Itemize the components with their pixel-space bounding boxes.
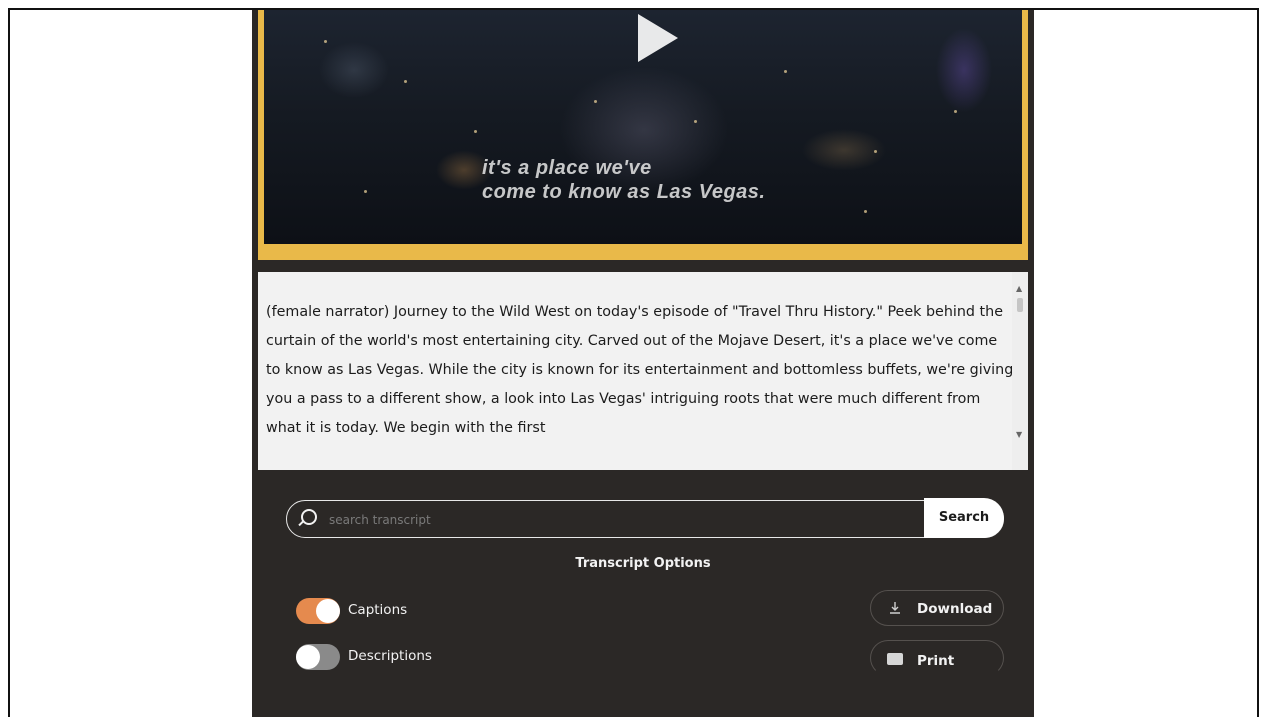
download-button[interactable]: Download — [870, 590, 1004, 626]
scroll-thumb[interactable] — [1017, 298, 1023, 312]
search-button[interactable]: Search — [924, 498, 1004, 538]
video-player: it's a place we've come to know as Las V… — [252, 10, 1034, 717]
search-input[interactable] — [327, 508, 911, 532]
frame-border-right — [1257, 8, 1259, 717]
caption-line-1: it's a place we've — [482, 157, 652, 179]
descriptions-toggle[interactable] — [296, 644, 340, 670]
download-label: Download — [917, 601, 993, 617]
play-icon[interactable] — [638, 14, 678, 62]
toggle-knob — [316, 599, 340, 623]
transcript-text: (female narrator) Journey to the Wild We… — [266, 304, 1014, 436]
caption-line-2: come to know as Las Vegas. — [482, 181, 766, 203]
video-caption: it's a place we've come to know as Las V… — [482, 156, 765, 204]
video-area[interactable]: it's a place we've come to know as Las V… — [264, 10, 1022, 244]
transcript-options-title: Transcript Options — [575, 556, 711, 571]
captions-label: Captions — [348, 602, 408, 618]
search-icon — [301, 509, 317, 525]
descriptions-label: Descriptions — [348, 648, 432, 664]
captions-toggle[interactable] — [296, 598, 340, 624]
toggle-knob — [296, 645, 320, 669]
frame-border-left — [8, 8, 10, 717]
transcript-search-bar — [286, 500, 1004, 538]
scroll-up-arrow-icon[interactable]: ▲ — [1016, 284, 1022, 293]
print-icon — [887, 653, 903, 665]
print-button[interactable]: Print — [870, 640, 1004, 676]
print-label: Print — [917, 653, 955, 669]
download-icon — [890, 602, 900, 614]
transcript-scrollbar[interactable]: ▲ ▼ — [1012, 272, 1028, 470]
transcript-panel[interactable]: (female narrator) Journey to the Wild We… — [258, 272, 1028, 470]
scroll-down-arrow-icon[interactable]: ▼ — [1016, 430, 1022, 439]
